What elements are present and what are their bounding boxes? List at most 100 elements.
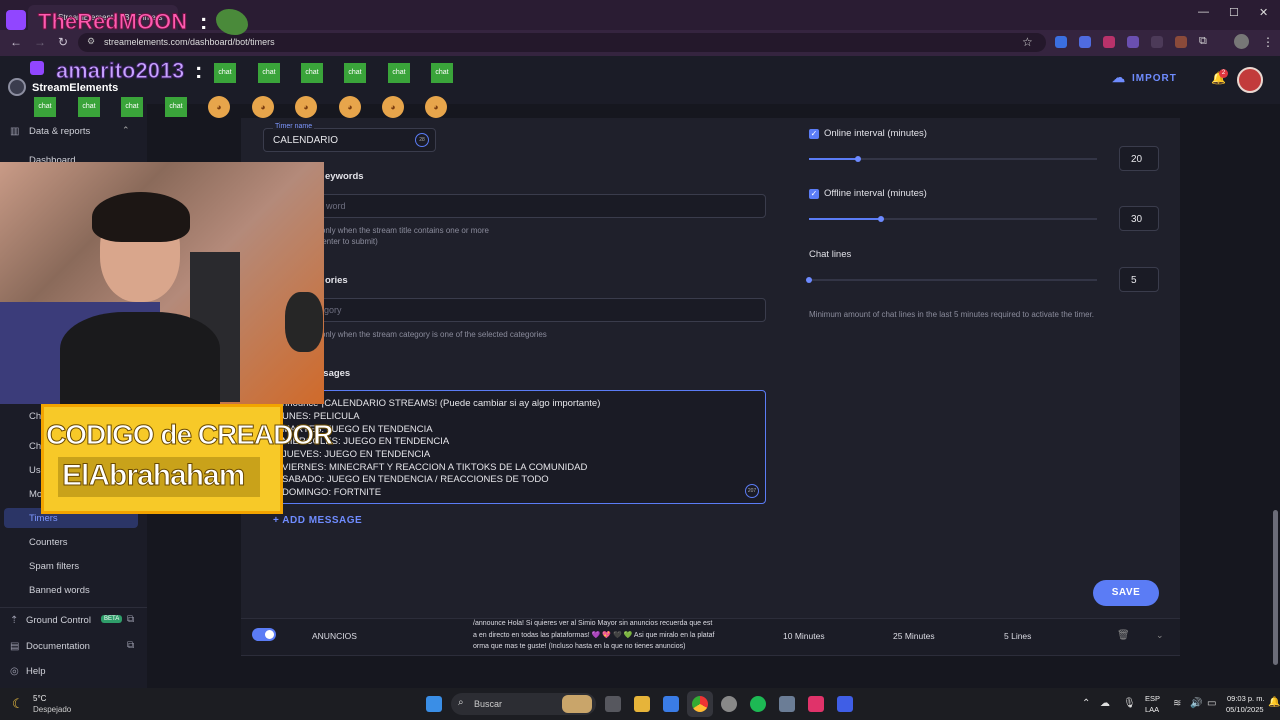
taskbar-search-label: Buscar bbox=[474, 699, 503, 709]
forward-icon[interactable]: → bbox=[34, 35, 46, 49]
add-message-button[interactable]: + ADD MESSAGE bbox=[273, 515, 362, 526]
sidebar-item-banned-words[interactable]: Banned words bbox=[29, 585, 90, 596]
sidebar-section-data[interactable]: Data & reports bbox=[29, 126, 90, 137]
extensions-puzzle-icon[interactable]: ⧉ bbox=[1199, 35, 1207, 48]
chat-lines-input[interactable]: 5 bbox=[1119, 267, 1159, 292]
battery-icon[interactable]: ▭ bbox=[1207, 698, 1216, 709]
offline-interval-checkbox[interactable]: ✓ bbox=[809, 189, 819, 199]
timer-edit-panel bbox=[241, 118, 1180, 618]
url-text: streamelements.com/dashboard/bot/timers bbox=[104, 37, 275, 47]
language-code[interactable]: ESP bbox=[1145, 694, 1160, 703]
dog-emote: ◕ bbox=[382, 96, 404, 118]
clock-time[interactable]: 09:03 p. m. bbox=[1227, 694, 1265, 703]
char-counter: 207 bbox=[745, 484, 759, 498]
streamelements-logo[interactable] bbox=[8, 78, 26, 96]
chat-lines-hint: Minimum amount of chat lines in the last… bbox=[809, 310, 1095, 319]
external-link-icon[interactable]: ⧉ bbox=[127, 614, 134, 625]
sidebar-divider bbox=[0, 607, 147, 608]
tray-chevron-icon[interactable]: ⌃ bbox=[1082, 698, 1090, 709]
webcam-shirt bbox=[60, 312, 220, 404]
delete-icon[interactable]: 🗑 bbox=[1117, 630, 1130, 641]
extension-icon[interactable] bbox=[1127, 36, 1139, 48]
onedrive-icon[interactable]: ☁ bbox=[1100, 698, 1110, 709]
scrollbar-thumb[interactable] bbox=[1273, 510, 1278, 665]
reload-icon[interactable]: ↻ bbox=[58, 35, 68, 49]
chat-emote: chat bbox=[214, 63, 236, 83]
extension-icon[interactable] bbox=[1175, 36, 1187, 48]
volume-icon[interactable]: 🔊 bbox=[1190, 698, 1202, 709]
obs-icon[interactable] bbox=[721, 696, 737, 712]
chat-lines-slider[interactable] bbox=[809, 279, 1097, 281]
online-interval-input[interactable]: 20 bbox=[1119, 146, 1159, 171]
windows-start-icon[interactable] bbox=[426, 696, 442, 712]
online-interval-label: Online interval (minutes) bbox=[824, 128, 927, 139]
store-icon[interactable] bbox=[663, 696, 679, 712]
bookmark-star-icon[interactable]: ☆ bbox=[1022, 35, 1033, 49]
site-info-icon[interactable]: ⚙ bbox=[87, 36, 95, 47]
keywords-placeholder: word bbox=[326, 201, 346, 211]
close-window-icon[interactable]: ✕ bbox=[1259, 6, 1268, 19]
chat-emote: chat bbox=[344, 63, 366, 83]
extension-icon[interactable] bbox=[1055, 36, 1067, 48]
chat-emote: chat bbox=[301, 63, 323, 83]
categories-hint: r only when the stream category is one o… bbox=[316, 330, 547, 339]
slider-handle[interactable] bbox=[806, 277, 812, 283]
profile-avatar[interactable] bbox=[1234, 34, 1249, 49]
timer-row-message: orma que mas te guste! (Incluso hasta en… bbox=[473, 643, 686, 650]
chrome-icon[interactable] bbox=[692, 696, 708, 712]
offline-interval-label: Offline interval (minutes) bbox=[824, 188, 927, 199]
wifi-icon[interactable]: ≋ bbox=[1173, 698, 1181, 709]
keywords-input[interactable] bbox=[310, 194, 766, 218]
import-button[interactable]: ☁ IMPORT bbox=[1112, 70, 1177, 86]
sidebar-item-documentation[interactable]: Documentation bbox=[26, 641, 90, 652]
help-icon: ◎ bbox=[10, 666, 19, 677]
offline-interval-input[interactable]: 30 bbox=[1119, 206, 1159, 231]
chat-emote: chat bbox=[34, 97, 56, 117]
sidebar-item-help[interactable]: Help bbox=[26, 666, 46, 677]
chevron-down-icon[interactable]: ⌄ bbox=[1156, 630, 1164, 641]
rocket-icon: ⇡ bbox=[10, 615, 19, 626]
sidebar-item-counters[interactable]: Counters bbox=[29, 537, 68, 548]
clock-date[interactable]: 05/10/2025 bbox=[1226, 705, 1264, 714]
sidebar-item-partial[interactable]: Ch bbox=[29, 411, 41, 422]
back-icon[interactable]: ← bbox=[10, 35, 22, 49]
slider-handle[interactable] bbox=[878, 216, 884, 222]
weather-desc: Despejado bbox=[33, 705, 72, 714]
extension-icon[interactable] bbox=[1079, 36, 1091, 48]
user-avatar[interactable] bbox=[1237, 67, 1263, 93]
file-explorer-icon[interactable] bbox=[634, 696, 650, 712]
timer-toggle[interactable] bbox=[252, 628, 276, 641]
external-link-icon[interactable]: ⧉ bbox=[127, 640, 134, 651]
extension-icon[interactable] bbox=[1151, 36, 1163, 48]
colon-text: : bbox=[195, 58, 203, 83]
online-interval-checkbox[interactable]: ✓ bbox=[809, 129, 819, 139]
creator-code-value: ElAbrahaham bbox=[61, 459, 245, 493]
keyboard-layout[interactable]: LAA bbox=[1145, 705, 1159, 714]
slider-handle[interactable] bbox=[855, 156, 861, 162]
app-icon[interactable] bbox=[837, 696, 853, 712]
timer-row-name: ANUNCIOS bbox=[312, 631, 357, 641]
weather-temp: 5°C bbox=[33, 694, 47, 703]
chevron-up-icon[interactable]: ⌃ bbox=[122, 125, 130, 136]
colon-text: : bbox=[200, 9, 208, 34]
microphone-icon[interactable]: 🎙 bbox=[1123, 698, 1136, 709]
categories-input[interactable] bbox=[310, 298, 766, 322]
sidebar-item-partial[interactable]: Ch bbox=[29, 441, 41, 452]
notifications-icon[interactable]: 🔔 bbox=[1268, 697, 1280, 708]
chat-emote: chat bbox=[431, 63, 453, 83]
timer-row-online: 10 Minutes bbox=[783, 631, 825, 641]
chat-emote: chat bbox=[388, 63, 410, 83]
sidebar-item-ground-control[interactable]: Ground Control bbox=[26, 615, 91, 626]
extension-icon[interactable] bbox=[1103, 36, 1115, 48]
maximize-icon[interactable]: ☐ bbox=[1229, 6, 1239, 19]
message-line: DOMINGO: FORTNITE bbox=[282, 487, 382, 498]
app-icon[interactable] bbox=[779, 696, 795, 712]
sidebar-item-partial[interactable]: Us bbox=[29, 465, 41, 476]
browser-menu-icon[interactable]: ⋮ bbox=[1262, 35, 1274, 49]
task-view-icon[interactable] bbox=[605, 696, 621, 712]
save-button[interactable]: SAVE bbox=[1093, 580, 1159, 606]
sidebar-item-spam-filters[interactable]: Spam filters bbox=[29, 561, 79, 572]
spotify-icon[interactable] bbox=[750, 696, 766, 712]
minimize-icon[interactable]: — bbox=[1198, 6, 1209, 18]
tiktok-icon[interactable] bbox=[808, 696, 824, 712]
